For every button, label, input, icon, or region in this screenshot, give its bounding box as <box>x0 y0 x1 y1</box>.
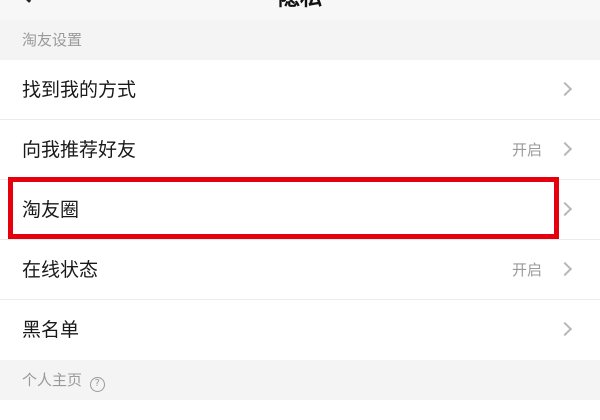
row-friend-circle[interactable]: 淘友圈 <box>0 180 600 240</box>
row-label: 找到我的方式 <box>22 79 137 101</box>
row-find-me[interactable]: 找到我的方式 <box>0 60 600 120</box>
row-online-status[interactable]: 在线状态 开启 <box>0 240 600 300</box>
section-title: 淘友设置 <box>22 31 83 49</box>
row-label: 向我推荐好友 <box>22 139 137 161</box>
help-icon[interactable]: ? <box>89 377 105 392</box>
section-title: 个人主页 <box>22 371 83 389</box>
section-header-friends: 淘友设置 <box>0 20 600 60</box>
page-title: 隐私 <box>0 0 600 14</box>
row-value: 开启 <box>511 261 542 279</box>
row-label: 黑名单 <box>22 319 80 341</box>
chevron-right-icon <box>557 141 573 157</box>
row-recommend-friends[interactable]: 向我推荐好友 开启 <box>0 120 600 180</box>
next-list-edge <box>0 400 600 420</box>
nav-bar: 隐私 <box>0 0 600 20</box>
chevron-right-icon <box>557 201 573 217</box>
row-blacklist[interactable]: 黑名单 <box>0 300 600 360</box>
privacy-settings-page: 隐私 淘友设置 找到我的方式 向我推荐好友 开启 淘友圈 在线状态 开启 黑名单 <box>0 0 600 420</box>
row-label: 淘友圈 <box>22 199 80 221</box>
friends-settings-list: 找到我的方式 向我推荐好友 开启 淘友圈 在线状态 开启 黑名单 <box>0 60 600 360</box>
section-header-profile: 个人主页 ? <box>0 360 600 400</box>
row-label: 在线状态 <box>22 259 99 281</box>
row-value: 开启 <box>511 141 542 159</box>
chevron-right-icon <box>557 81 573 97</box>
chevron-right-icon <box>557 261 573 277</box>
chevron-right-icon <box>557 321 573 337</box>
